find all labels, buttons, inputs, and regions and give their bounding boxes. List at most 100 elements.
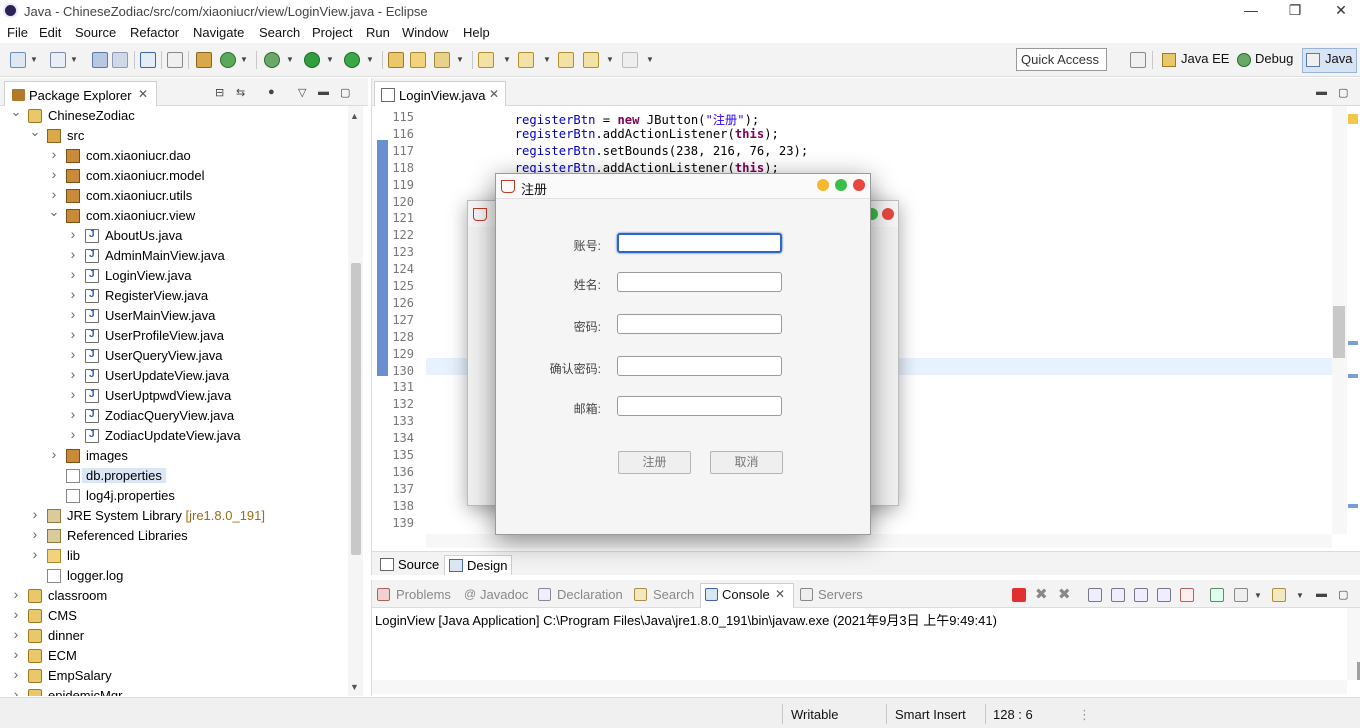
expanded-chevron-icon[interactable]: ⌄ (10, 106, 22, 120)
status-insert-mode[interactable]: Smart Insert (895, 707, 966, 722)
tree-item[interactable]: › AboutUs.java (0, 226, 346, 246)
chevron-down-icon[interactable]: ▼ (366, 55, 374, 64)
focus-icon[interactable]: ● (268, 86, 275, 98)
view-menu-icon[interactable]: ▽ (298, 86, 306, 99)
name-input[interactable] (617, 272, 782, 292)
save-icon[interactable] (92, 52, 108, 68)
scrollbar-thumb[interactable] (1333, 306, 1345, 358)
tree-item[interactable]: › EmpSalary (0, 666, 346, 686)
collapsed-chevron-icon[interactable]: › (67, 426, 79, 442)
show-on-output-icon[interactable] (1157, 588, 1171, 602)
tree-item[interactable]: › UserQueryView.java (0, 346, 346, 366)
tree-item[interactable]: › ZodiacUpdateView.java (0, 426, 346, 446)
perspective-debug[interactable]: Debug (1255, 51, 1293, 66)
perspective-java[interactable]: Java (1325, 51, 1352, 66)
close-icon[interactable]: ✕ (489, 87, 499, 101)
menu-help[interactable]: Help (463, 25, 490, 40)
chevron-down-icon[interactable]: ▼ (1254, 591, 1262, 600)
tree-item[interactable]: › AdminMainView.java (0, 246, 346, 266)
collapsed-chevron-icon[interactable]: › (10, 626, 22, 642)
collapsed-chevron-icon[interactable]: › (48, 186, 60, 202)
collapsed-chevron-icon[interactable]: › (10, 646, 22, 662)
terminal-icon[interactable] (140, 52, 156, 68)
tree-item[interactable]: › ECM (0, 646, 346, 666)
collapsed-chevron-icon[interactable]: › (67, 266, 79, 282)
scroll-up-icon[interactable]: ▲ (350, 111, 359, 121)
chevron-down-icon[interactable]: ▼ (606, 55, 614, 64)
tree-item[interactable]: › com.xiaoniucr.dao (0, 146, 346, 166)
word-wrap-icon[interactable] (1134, 588, 1148, 602)
tree-item[interactable]: › com.xiaoniucr.model (0, 166, 346, 186)
tree-item[interactable]: db.properties (0, 466, 346, 486)
open-perspective-icon[interactable] (1130, 52, 1146, 68)
close-dot-icon[interactable] (853, 179, 865, 191)
collapsed-chevron-icon[interactable]: › (67, 226, 79, 242)
remove-launch-icon[interactable]: ✖ (1035, 587, 1049, 602)
editor-tab-loginview[interactable]: LoginView.java ✕ (374, 81, 506, 106)
account-input[interactable] (617, 233, 782, 253)
quick-access-input[interactable]: Quick Access (1016, 48, 1107, 71)
tree-item[interactable]: › epidemicMgr (0, 686, 346, 696)
scroll-lock-icon[interactable] (1111, 588, 1125, 602)
collapsed-chevron-icon[interactable]: › (29, 506, 41, 522)
tree-item[interactable]: logger.log (0, 566, 346, 586)
tree-item[interactable]: › Referenced Libraries (0, 526, 346, 546)
pin-console-icon[interactable] (1210, 588, 1224, 602)
menu-run[interactable]: Run (366, 25, 390, 40)
new-class-icon[interactable] (220, 52, 236, 68)
previous-annotation-icon[interactable] (518, 52, 534, 68)
tree-item[interactable]: log4j.properties (0, 486, 346, 506)
collapsed-chevron-icon[interactable]: › (48, 146, 60, 162)
forward-icon[interactable] (622, 52, 638, 68)
expanded-chevron-icon[interactable]: ⌄ (48, 204, 60, 220)
chevron-down-icon[interactable]: ▼ (1296, 591, 1304, 600)
tab-declaration[interactable]: Declaration (557, 587, 623, 602)
email-input[interactable] (617, 396, 782, 416)
overview-marker[interactable] (1348, 504, 1358, 508)
tab-search[interactable]: Search (653, 587, 694, 602)
chevron-down-icon[interactable]: ▼ (326, 55, 334, 64)
tree-item[interactable]: ⌄ src (0, 124, 346, 146)
close-dot-icon[interactable] (882, 208, 894, 220)
tree-item[interactable]: ⌄ ChineseZodiac (0, 106, 346, 126)
editor-horizontal-scrollbar[interactable] (426, 534, 1332, 548)
tree-item[interactable]: › LoginView.java (0, 266, 346, 286)
show-on-error-icon[interactable] (1180, 588, 1194, 602)
collapsed-chevron-icon[interactable]: › (29, 526, 41, 542)
minimize-view-icon[interactable]: ▬ (318, 86, 329, 98)
collapsed-chevron-icon[interactable]: › (48, 166, 60, 182)
scroll-down-icon[interactable]: ▼ (350, 682, 359, 692)
collapsed-chevron-icon[interactable]: › (67, 246, 79, 262)
package-explorer-tab[interactable]: Package Explorer ✕ (4, 81, 157, 106)
perspective-java-ee[interactable]: Java EE (1181, 51, 1229, 66)
close-button[interactable]: ✕ (1326, 2, 1356, 19)
chevron-down-icon[interactable]: ▼ (286, 55, 294, 64)
menu-source[interactable]: Source (75, 25, 116, 40)
menu-file[interactable]: File (7, 25, 28, 40)
tree-item[interactable]: › UserProfileView.java (0, 326, 346, 346)
new-icon[interactable] (10, 52, 26, 68)
password-input[interactable] (617, 314, 782, 334)
back-icon[interactable] (583, 52, 599, 68)
debug-icon[interactable] (264, 52, 280, 68)
tree-item[interactable]: › ZodiacQueryView.java (0, 406, 346, 426)
terminate-icon[interactable] (1012, 588, 1026, 602)
clear-console-icon[interactable] (1088, 588, 1102, 602)
tab-problems[interactable]: Problems (396, 587, 451, 602)
status-cursor-position[interactable]: 128 : 6 (993, 707, 1033, 722)
maximize-dot-icon[interactable] (835, 179, 847, 191)
chevron-down-icon[interactable]: ▼ (240, 55, 248, 64)
collapsed-chevron-icon[interactable]: › (10, 666, 22, 682)
chevron-down-icon[interactable]: ▼ (646, 55, 654, 64)
collapsed-chevron-icon[interactable]: › (67, 346, 79, 362)
overview-marker[interactable] (1348, 341, 1358, 345)
save-all-icon[interactable] (112, 52, 128, 68)
tree-item[interactable]: › CMS (0, 606, 346, 626)
console-horizontal-scrollbar[interactable] (372, 680, 1347, 694)
link-with-editor-icon[interactable]: ⇆ (236, 86, 245, 99)
minimize-button[interactable]: — (1236, 2, 1266, 18)
display-console-icon[interactable] (1234, 588, 1248, 602)
close-icon[interactable]: ✕ (775, 587, 785, 601)
collapsed-chevron-icon[interactable]: › (67, 326, 79, 342)
restore-button[interactable]: ❐ (1280, 2, 1310, 19)
